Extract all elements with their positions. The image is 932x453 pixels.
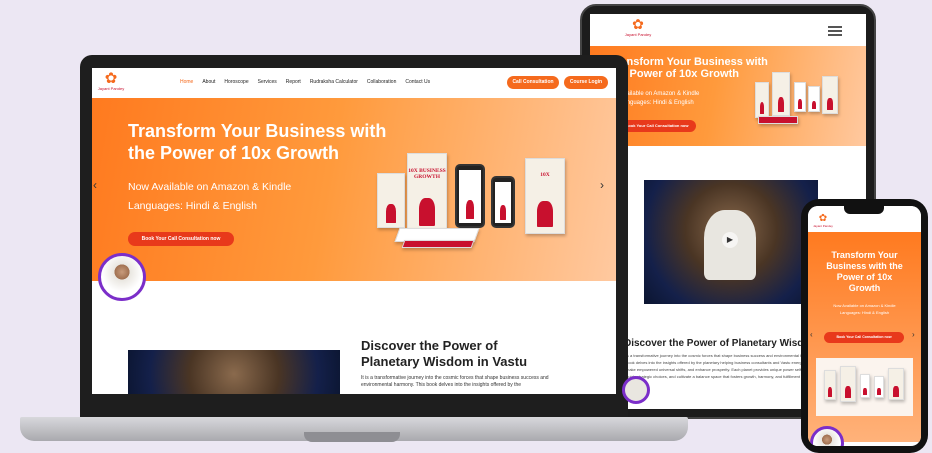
phone-screen: ✿ Jayant Pandey Transform Your Business w… — [808, 206, 921, 446]
tablet-hero: Transform Your Business with the Power of… — [590, 46, 866, 146]
tablet-hero-title: Transform Your Business with the Power of… — [610, 56, 768, 80]
tablet-section-body: is a transformative journey into the cos… — [626, 353, 825, 386]
play-icon[interactable]: ▶ — [722, 232, 738, 248]
phone-prev-icon[interactable]: ‹ — [810, 330, 813, 339]
tablet-books-image — [750, 64, 860, 136]
hero-books-image: 10X BUSINESS GROWTH 10X — [377, 148, 592, 260]
nav-services[interactable]: Services — [258, 79, 277, 85]
nav-report[interactable]: Report — [286, 79, 301, 85]
nav-horoscope[interactable]: Horoscope — [224, 79, 248, 85]
laptop-notch — [304, 432, 400, 442]
hero-banner: Transform Your Business with the Power of… — [92, 98, 616, 281]
nav-rudraksha-calculator[interactable]: Rudraksha Calculator — [310, 79, 358, 85]
nav-collaboration[interactable]: Collaboration — [367, 79, 396, 85]
carousel-next-icon[interactable]: › — [600, 178, 604, 192]
phone-books-image — [816, 358, 913, 416]
lotus-icon: ✿ — [104, 70, 118, 87]
phone-hero-title: Transform Your Business with the Power of … — [826, 250, 903, 293]
tablet-header: ✿ Jayant Pandey — [590, 14, 866, 44]
phone-hero-sub: Now Available on Amazon & Kindle Language… — [833, 303, 896, 315]
nav-about[interactable]: About — [202, 79, 215, 85]
tablet-logo-text: Jayant Pandey — [624, 32, 652, 37]
hero-title: Transform Your Business with the Power of… — [128, 121, 387, 163]
section-title: Discover the Power of Planetary Wisdom in… — [361, 338, 528, 369]
avatar[interactable] — [98, 253, 146, 301]
video-thumbnail[interactable] — [128, 350, 340, 394]
phone-hero: Transform Your Business with the Power of … — [808, 232, 921, 442]
laptop-screen: ✿ Jayant Pandey Home About Horoscope Ser… — [92, 68, 616, 394]
carousel-prev-icon[interactable]: ‹ — [93, 178, 97, 192]
hero-book-call-button[interactable]: Book Your Call Consultation now — [128, 232, 234, 246]
phone-book-button[interactable]: Book Your Call Consultation now — [824, 332, 904, 343]
tablet-video[interactable]: ▶ — [644, 180, 818, 304]
tablet-section-title: Discover the Power of Planetary Wisdom — [624, 338, 819, 349]
book-title: 10X BUSINESS GROWTH — [408, 168, 446, 181]
section-body: It is a transformative journey into the … — [361, 375, 549, 388]
main-nav: Home About Horoscope Services Report Rud… — [180, 79, 430, 85]
phone-header: ✿ Jayant Pandey — [808, 206, 921, 232]
site-logo[interactable]: ✿ Jayant Pandey — [96, 71, 126, 91]
course-login-button[interactable]: Course Login — [564, 76, 608, 89]
tablet-hero-sub: available on Amazon & Kindle Languages: H… — [620, 91, 700, 106]
phone-logo: ✿ Jayant Pandey — [813, 213, 833, 229]
phone-next-icon[interactable]: › — [912, 330, 915, 339]
hamburger-icon[interactable] — [828, 26, 842, 36]
site-header: ✿ Jayant Pandey Home About Horoscope Ser… — [92, 68, 616, 98]
nav-contact-us[interactable]: Contact Us — [405, 79, 430, 85]
tablet-logo: ✿ Jayant Pandey — [623, 16, 653, 38]
tablet-avatar[interactable] — [622, 376, 650, 404]
lotus-icon: ✿ — [632, 16, 644, 32]
lotus-icon: ✿ — [818, 213, 828, 224]
nav-home[interactable]: Home — [180, 79, 193, 85]
hero-subtitle: Now Available on Amazon & Kindle Language… — [128, 181, 292, 212]
tablet-book-button[interactable]: Book Your Call Consultation now — [618, 120, 696, 132]
camera-notch — [844, 206, 884, 214]
call-consultation-button[interactable]: Call Consultation — [507, 76, 559, 89]
site-logo-text: Jayant Pandey — [97, 86, 125, 91]
